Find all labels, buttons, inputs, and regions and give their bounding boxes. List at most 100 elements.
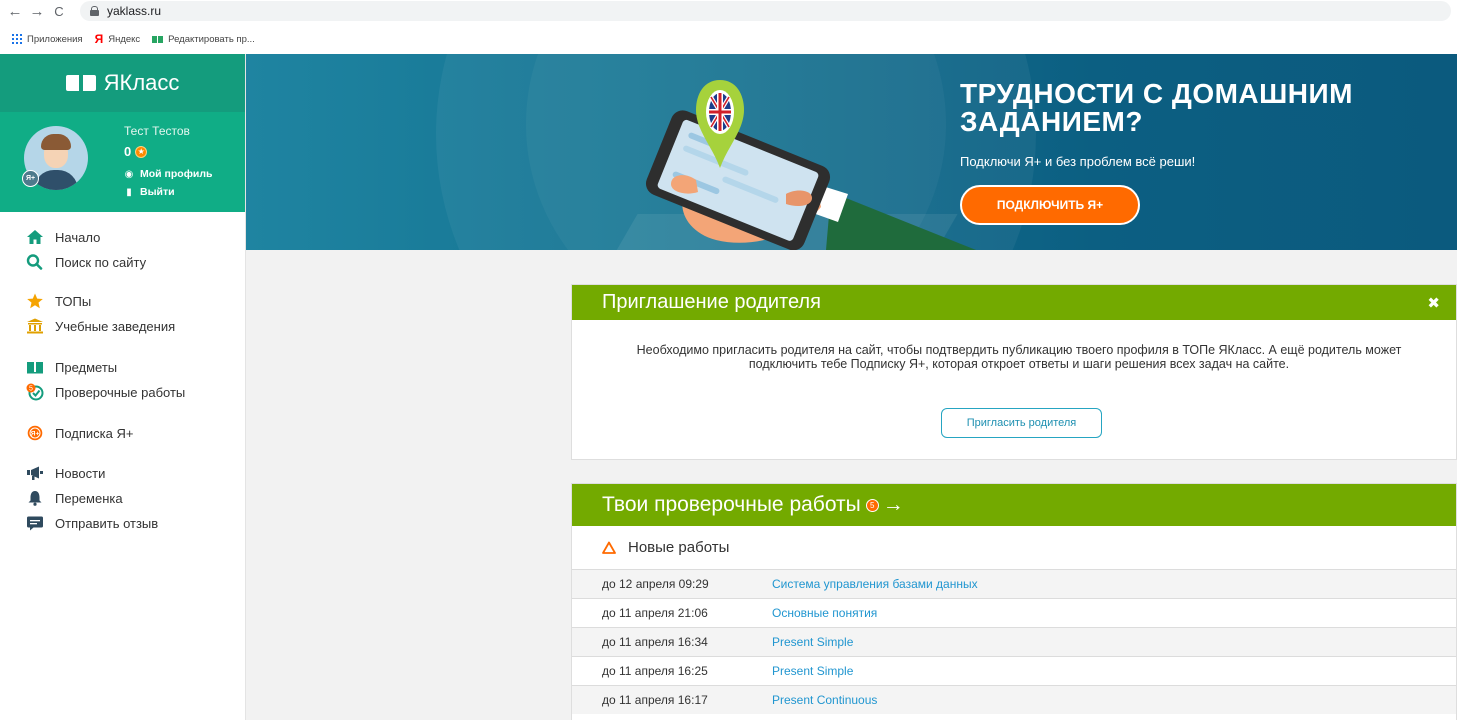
logout-icon: ▮ xyxy=(126,186,132,198)
tests-card-title: Твои проверочные работы xyxy=(602,493,861,516)
reload-icon[interactable]: C xyxy=(48,0,70,22)
banner-subtitle: Подключи Я+ и без проблем всё реши! xyxy=(960,154,1196,169)
points-value: 0 xyxy=(124,144,132,159)
points-counter: 0 ★ xyxy=(124,144,148,159)
search-icon xyxy=(26,254,44,270)
back-icon[interactable]: ← xyxy=(4,0,26,22)
institution-icon xyxy=(26,318,44,334)
subscription-badge: Я+ xyxy=(22,170,39,187)
sidebar-item-break[interactable]: Переменка xyxy=(26,490,123,506)
connect-subscription-button[interactable]: ПОДКЛЮЧИТЬ Я+ xyxy=(960,185,1140,225)
bookmark-label: Редактировать пр... xyxy=(168,33,255,45)
my-profile-label: Мой профиль xyxy=(140,168,213,180)
sidebar-item-tops[interactable]: ТОПы xyxy=(26,293,91,309)
promo-banner: ТРУДНОСТИ С ДОМАШНИМ ЗАДАНИЕМ? Подключи … xyxy=(246,54,1457,250)
work-deadline: до 11 апреля 16:17 xyxy=(602,693,708,707)
work-deadline: до 12 апреля 09:29 xyxy=(602,577,709,591)
user-icon: ◉ xyxy=(124,168,134,180)
invite-text: Необходимо пригласить родителя на сайт, … xyxy=(636,343,1402,371)
sidebar-item-label: Проверочные работы xyxy=(55,384,186,400)
book-icon xyxy=(26,359,44,375)
bell-outline-icon xyxy=(602,541,616,554)
sidebar-item-label: Подписка Я+ xyxy=(55,425,134,441)
tests-card-header[interactable]: Твои проверочные работы 5 → xyxy=(572,484,1456,526)
new-works-label: Новые работы xyxy=(628,539,730,556)
table-row: до 11 апреля 16:17 Present Continuous xyxy=(572,685,1456,714)
logo-text: ЯКласс xyxy=(103,70,180,95)
yandex-icon: Я xyxy=(94,32,104,46)
profile-panel: Я+ Тест Тестов 0 ★ ◉ Мой профиль ▮ Выйти xyxy=(0,112,245,212)
work-deadline: до 11 апреля 16:25 xyxy=(602,664,708,678)
sidebar-item-label: ТОПы xyxy=(55,293,92,309)
close-icon[interactable]: ✖ xyxy=(1427,294,1440,312)
logo-book-icon xyxy=(65,75,96,91)
logo[interactable]: ЯКласс xyxy=(0,54,245,112)
forward-icon[interactable]: → xyxy=(26,0,48,22)
sidebar-item-subjects[interactable]: Предметы xyxy=(26,359,117,375)
my-profile-link[interactable]: ◉ Мой профиль xyxy=(124,168,213,180)
bookmark-yandex[interactable]: Я Яндекс xyxy=(95,32,141,46)
bookmark-apps[interactable]: Приложения xyxy=(12,34,83,45)
bookmark-label: Яндекс xyxy=(108,33,141,45)
new-works-heading: Новые работы xyxy=(572,526,1456,569)
address-row: ← → C yaklass.ru xyxy=(0,0,1457,22)
sidebar-item-subscription[interactable]: Я+ Подписка Я+ xyxy=(26,425,133,441)
sidebar-item-label: Поиск по сайту xyxy=(55,254,147,270)
work-deadline: до 11 апреля 16:34 xyxy=(602,635,708,649)
tests-count-badge: 5 xyxy=(865,498,879,512)
invite-parent-button[interactable]: Пригласить родителя xyxy=(941,408,1102,438)
tests-card: Твои проверочные работы 5 → Новые работы… xyxy=(571,483,1457,720)
banner-title: ТРУДНОСТИ С ДОМАШНИМ ЗАДАНИЕМ? xyxy=(960,80,1353,136)
sidebar: ЯКласс Я+ Тест Тестов 0 ★ ◉ Мой профиль … xyxy=(0,54,246,720)
bookmark-label: Приложения xyxy=(27,33,83,45)
work-link[interactable]: Present Simple xyxy=(772,635,853,649)
bookmarks-bar: Приложения Я Яндекс Редактировать пр... xyxy=(0,30,267,48)
banner-title-line1: ТРУДНОСТИ С ДОМАШНИМ xyxy=(960,78,1353,109)
work-link[interactable]: Основные понятия xyxy=(772,606,877,620)
tests-icon: 5 xyxy=(26,383,44,401)
sidebar-item-feedback[interactable]: Отправить отзыв xyxy=(26,515,158,531)
browser-toolbar: ← → C yaklass.ru Приложения Я Яндекс Ред… xyxy=(0,0,1457,54)
table-row: до 11 апреля 16:25 Present Simple xyxy=(572,656,1456,685)
svg-text:Я+: Я+ xyxy=(31,431,40,438)
invite-parent-card: Приглашение родителя ✖ Необходимо пригла… xyxy=(571,284,1457,460)
sidebar-item-label: Новости xyxy=(55,465,106,481)
work-link[interactable]: Present Continuous xyxy=(772,693,877,707)
feedback-icon xyxy=(26,515,44,531)
url-text: yaklass.ru xyxy=(107,4,162,18)
invite-card-title: Приглашение родителя xyxy=(602,291,821,313)
apps-grid-icon xyxy=(12,34,22,44)
tests-badge: 5 xyxy=(29,386,33,393)
arrow-right-icon: → xyxy=(882,493,904,516)
table-row: до 11 апреля 16:34 Present Simple xyxy=(572,627,1456,656)
profile-name: Тест Тестов xyxy=(124,124,190,138)
sidebar-item-home[interactable]: Начало xyxy=(26,229,100,245)
logout-label: Выйти xyxy=(140,186,175,198)
logout-link[interactable]: ▮ Выйти xyxy=(124,186,175,198)
book-icon xyxy=(152,35,164,43)
lock-icon xyxy=(90,6,99,16)
coin-icon: ★ xyxy=(135,145,148,158)
sidebar-item-label: Учебные заведения xyxy=(55,318,176,334)
banner-title-line2: ЗАДАНИЕМ? xyxy=(960,106,1143,137)
sidebar-item-label: Переменка xyxy=(55,490,123,506)
phone-illustration xyxy=(645,80,976,250)
address-bar[interactable]: yaklass.ru xyxy=(80,1,1451,21)
sidebar-item-label: Предметы xyxy=(55,359,118,375)
sidebar-item-news[interactable]: Новости xyxy=(26,465,105,481)
sidebar-item-label: Начало xyxy=(55,229,101,245)
table-row: до 11 апреля 21:06 Основные понятия xyxy=(572,598,1456,627)
table-row: до 12 апреля 09:29 Система управления ба… xyxy=(572,569,1456,598)
work-link[interactable]: Система управления базами данных xyxy=(772,577,978,591)
bookmark-edit[interactable]: Редактировать пр... xyxy=(152,34,255,45)
work-link[interactable]: Present Simple xyxy=(772,664,853,678)
subscription-icon: Я+ xyxy=(26,425,44,441)
sidebar-item-tests[interactable]: 5 Проверочные работы xyxy=(26,383,186,401)
home-icon xyxy=(26,229,44,245)
invite-card-header: Приглашение родителя ✖ xyxy=(572,285,1456,320)
sidebar-item-label: Отправить отзыв xyxy=(55,515,159,531)
sidebar-item-search[interactable]: Поиск по сайту xyxy=(26,254,146,270)
work-deadline: до 11 апреля 21:06 xyxy=(602,606,708,620)
sidebar-item-institutions[interactable]: Учебные заведения xyxy=(26,318,175,334)
bell-icon xyxy=(26,490,44,506)
